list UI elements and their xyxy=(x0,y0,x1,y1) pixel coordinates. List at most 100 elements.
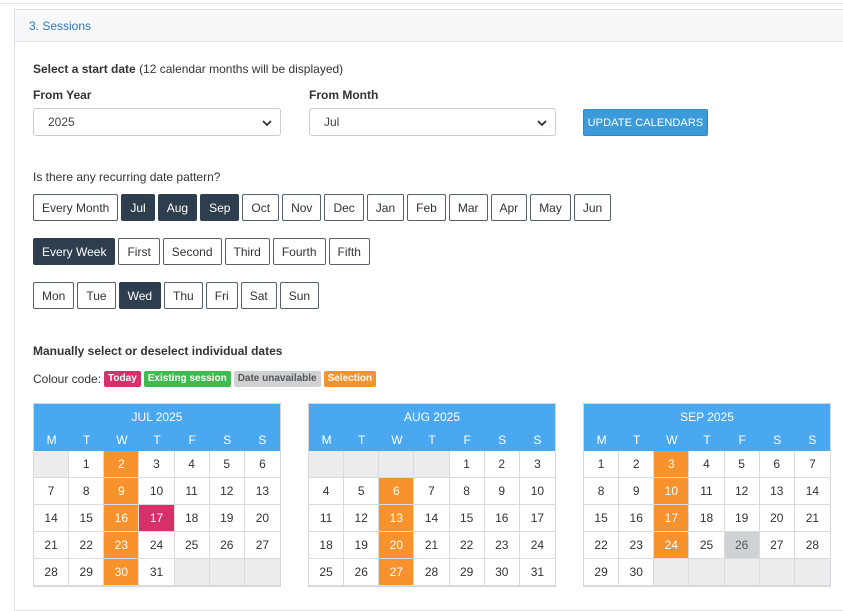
calendar-day[interactable]: 2 xyxy=(484,451,520,478)
calendar-day[interactable]: 1 xyxy=(584,451,620,478)
calendar-day[interactable]: 1 xyxy=(69,451,105,478)
calendar-day[interactable]: 3 xyxy=(139,451,175,478)
calendar-day[interactable]: 1 xyxy=(449,451,485,478)
calendar-day[interactable]: 8 xyxy=(69,478,105,505)
calendar-day[interactable]: 12 xyxy=(344,505,380,532)
calendar-day[interactable]: 23 xyxy=(619,532,655,559)
calendar-day[interactable]: 10 xyxy=(519,478,555,505)
calendar-day[interactable]: 10 xyxy=(654,478,690,505)
calendar-day[interactable]: 20 xyxy=(379,532,415,559)
calendar-day[interactable]: 28 xyxy=(34,559,70,586)
month-jul-button[interactable]: Jul xyxy=(121,194,155,221)
calendar-day[interactable]: 18 xyxy=(309,532,345,559)
calendar-day[interactable]: 21 xyxy=(34,532,70,559)
calendar-day[interactable]: 14 xyxy=(34,505,70,532)
calendar-day[interactable]: 23 xyxy=(484,532,520,559)
calendar-day[interactable]: 11 xyxy=(309,505,345,532)
month-jan-button[interactable]: Jan xyxy=(366,194,405,221)
section-title[interactable]: 3. Sessions xyxy=(15,10,843,42)
calendar-day[interactable]: 6 xyxy=(244,451,280,478)
calendar-day[interactable]: 24 xyxy=(654,532,690,559)
calendar-day[interactable]: 13 xyxy=(244,478,280,505)
calendar-day[interactable]: 20 xyxy=(244,505,280,532)
month-sep-button[interactable]: Sep xyxy=(200,194,240,221)
calendar-day[interactable]: 17 xyxy=(519,505,555,532)
month-jun-button[interactable]: Jun xyxy=(573,194,612,221)
calendar-day[interactable]: 7 xyxy=(794,451,830,478)
calendar-day[interactable]: 29 xyxy=(69,559,105,586)
calendar-day[interactable]: 4 xyxy=(174,451,210,478)
calendar-day[interactable]: 28 xyxy=(794,532,830,559)
day-sun-button[interactable]: Sun xyxy=(279,282,320,309)
month-dec-button[interactable]: Dec xyxy=(324,194,364,221)
calendar-day[interactable]: 25 xyxy=(689,532,725,559)
calendar-day[interactable]: 10 xyxy=(139,478,175,505)
calendar-day[interactable]: 14 xyxy=(794,478,830,505)
day-thu-button[interactable]: Thu xyxy=(164,282,203,309)
calendar-day[interactable]: 21 xyxy=(794,505,830,532)
calendar-day[interactable]: 19 xyxy=(724,505,760,532)
calendar-day[interactable]: 30 xyxy=(484,559,520,586)
calendar-day[interactable]: 29 xyxy=(449,559,485,586)
calendar-day[interactable]: 18 xyxy=(689,505,725,532)
calendar-day[interactable]: 15 xyxy=(449,505,485,532)
calendar-day[interactable]: 15 xyxy=(69,505,105,532)
month-nov-button[interactable]: Nov xyxy=(282,194,322,221)
month-may-button[interactable]: May xyxy=(530,194,571,221)
calendar-day[interactable]: 4 xyxy=(309,478,345,505)
calendar-day[interactable]: 8 xyxy=(449,478,485,505)
calendar-day[interactable]: 22 xyxy=(69,532,105,559)
calendar-day[interactable]: 8 xyxy=(584,478,620,505)
calendar-day[interactable]: 6 xyxy=(759,451,795,478)
calendar-day[interactable]: 7 xyxy=(34,478,70,505)
calendar-day[interactable]: 6 xyxy=(379,478,415,505)
month-apr-button[interactable]: Apr xyxy=(490,194,528,221)
calendar-day[interactable]: 15 xyxy=(584,505,620,532)
calendar-day[interactable]: 9 xyxy=(104,478,140,505)
calendar-day[interactable]: 31 xyxy=(139,559,175,586)
week-fourth-button[interactable]: Fourth xyxy=(272,238,326,265)
day-mon-button[interactable]: Mon xyxy=(33,282,75,309)
week-fifth-button[interactable]: Fifth xyxy=(328,238,370,265)
calendar-day[interactable]: 23 xyxy=(104,532,140,559)
day-wed-button[interactable]: Wed xyxy=(118,282,162,309)
calendar-day[interactable]: 9 xyxy=(484,478,520,505)
day-sat-button[interactable]: Sat xyxy=(240,282,277,309)
calendar-day[interactable]: 24 xyxy=(139,532,175,559)
calendar-day[interactable]: 26 xyxy=(209,532,245,559)
calendar-day[interactable]: 30 xyxy=(619,559,655,586)
calendar-day[interactable]: 5 xyxy=(344,478,380,505)
calendar-day[interactable]: 28 xyxy=(414,559,450,586)
calendar-day[interactable]: 25 xyxy=(309,559,345,586)
month-every-month-button[interactable]: Every Month xyxy=(33,194,119,221)
calendar-day[interactable]: 13 xyxy=(759,478,795,505)
calendar-day[interactable]: 27 xyxy=(759,532,795,559)
calendar-day[interactable]: 27 xyxy=(244,532,280,559)
calendar-day[interactable]: 19 xyxy=(344,532,380,559)
month-mar-button[interactable]: Mar xyxy=(448,194,488,221)
calendar-day[interactable]: 5 xyxy=(209,451,245,478)
calendar-day[interactable]: 12 xyxy=(724,478,760,505)
calendar-day[interactable]: 29 xyxy=(584,559,620,586)
calendar-day[interactable]: 26 xyxy=(344,559,380,586)
month-aug-button[interactable]: Aug xyxy=(157,194,198,221)
calendar-day[interactable]: 30 xyxy=(104,559,140,586)
calendar-day[interactable]: 2 xyxy=(104,451,140,478)
calendar-day[interactable]: 31 xyxy=(519,559,555,586)
week-every-week-button[interactable]: Every Week xyxy=(33,238,116,265)
calendar-day[interactable]: 13 xyxy=(379,505,415,532)
month-oct-button[interactable]: Oct xyxy=(242,194,280,221)
from-year-select[interactable]: 2025 xyxy=(33,108,281,136)
calendar-day[interactable]: 27 xyxy=(379,559,415,586)
calendar-day[interactable]: 18 xyxy=(174,505,210,532)
calendar-day[interactable]: 22 xyxy=(449,532,485,559)
calendar-day[interactable]: 25 xyxy=(174,532,210,559)
week-third-button[interactable]: Third xyxy=(224,238,270,265)
calendar-day[interactable]: 5 xyxy=(724,451,760,478)
calendar-day[interactable]: 20 xyxy=(759,505,795,532)
month-feb-button[interactable]: Feb xyxy=(407,194,446,221)
calendar-day[interactable]: 19 xyxy=(209,505,245,532)
calendar-day[interactable]: 16 xyxy=(619,505,655,532)
day-fri-button[interactable]: Fri xyxy=(205,282,238,309)
calendar-day[interactable]: 2 xyxy=(619,451,655,478)
